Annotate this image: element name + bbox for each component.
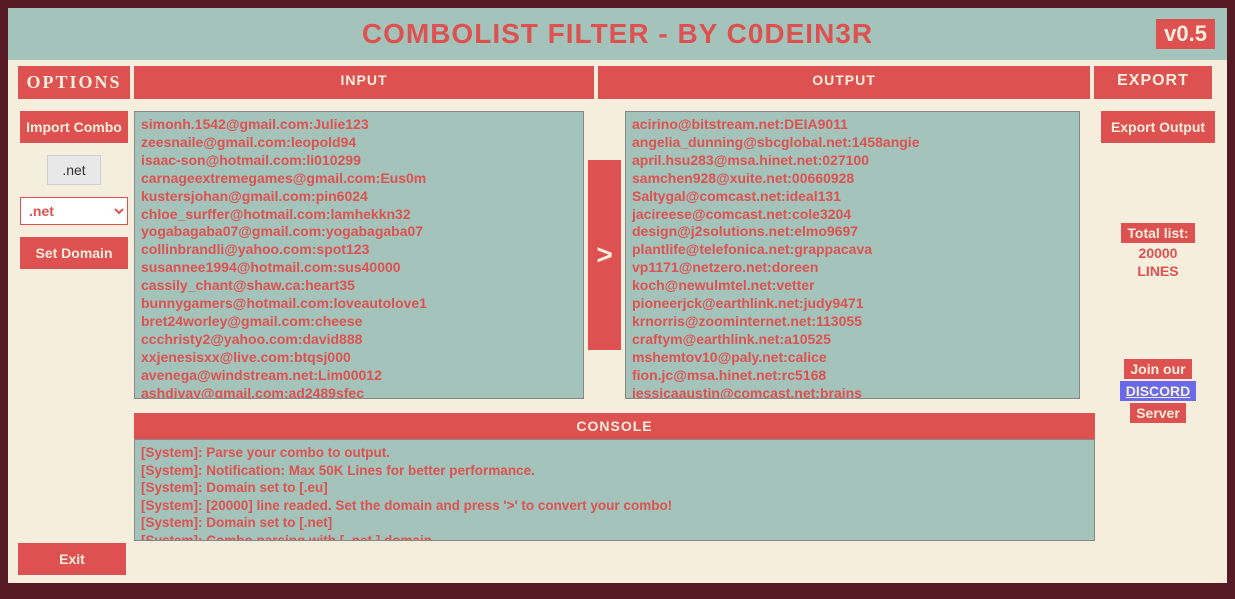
discord-link[interactable]: DISCORD: [1120, 381, 1197, 401]
console-output[interactable]: [System]: Parse your combo to output. [S…: [134, 439, 1095, 541]
version-badge: v0.5: [1156, 19, 1215, 49]
console-header: CONSOLE: [134, 413, 1095, 439]
domain-display: .net: [47, 155, 100, 185]
options-panel: Import Combo .net .net Set Domain: [18, 111, 130, 583]
convert-button[interactable]: >: [588, 160, 621, 350]
main-area: Import Combo .net .net Set Domain > CONS…: [8, 99, 1227, 583]
app-window: COMBOLIST FILTER - BY C0DEIN3R v0.5 OPTI…: [8, 8, 1227, 583]
export-panel: Export Output Total list: 20000 LINES Jo…: [1099, 111, 1217, 583]
exit-row: Exit: [8, 543, 126, 575]
io-row: >: [134, 111, 1095, 399]
convert-column: >: [588, 111, 621, 399]
set-domain-button[interactable]: Set Domain: [20, 237, 128, 269]
import-combo-button[interactable]: Import Combo: [20, 111, 128, 143]
total-list-box: Total list: 20000 LINES: [1121, 223, 1194, 279]
header-input: INPUT: [134, 66, 594, 99]
exit-button[interactable]: Exit: [18, 543, 126, 575]
center-panel: > CONSOLE [System]: Parse your combo to …: [134, 111, 1095, 583]
discord-box: Join our DISCORD Server: [1120, 359, 1197, 425]
total-value: 20000: [1121, 245, 1194, 261]
domain-select[interactable]: .net: [20, 197, 128, 225]
discord-line3: Server: [1130, 403, 1186, 423]
export-output-button[interactable]: Export Output: [1101, 111, 1215, 143]
header-export: EXPORT: [1094, 66, 1212, 99]
column-headers: OPTIONS INPUT OUTPUT EXPORT: [8, 66, 1227, 99]
header-options: OPTIONS: [18, 66, 130, 99]
output-textarea[interactable]: [625, 111, 1080, 399]
total-unit: LINES: [1121, 263, 1194, 279]
header-output: OUTPUT: [598, 66, 1090, 99]
app-title: COMBOLIST FILTER - BY C0DEIN3R: [362, 18, 873, 50]
discord-line1: Join our: [1124, 359, 1191, 379]
titlebar: COMBOLIST FILTER - BY C0DEIN3R v0.5: [8, 8, 1227, 60]
input-textarea[interactable]: [134, 111, 584, 399]
total-label: Total list:: [1121, 223, 1194, 243]
